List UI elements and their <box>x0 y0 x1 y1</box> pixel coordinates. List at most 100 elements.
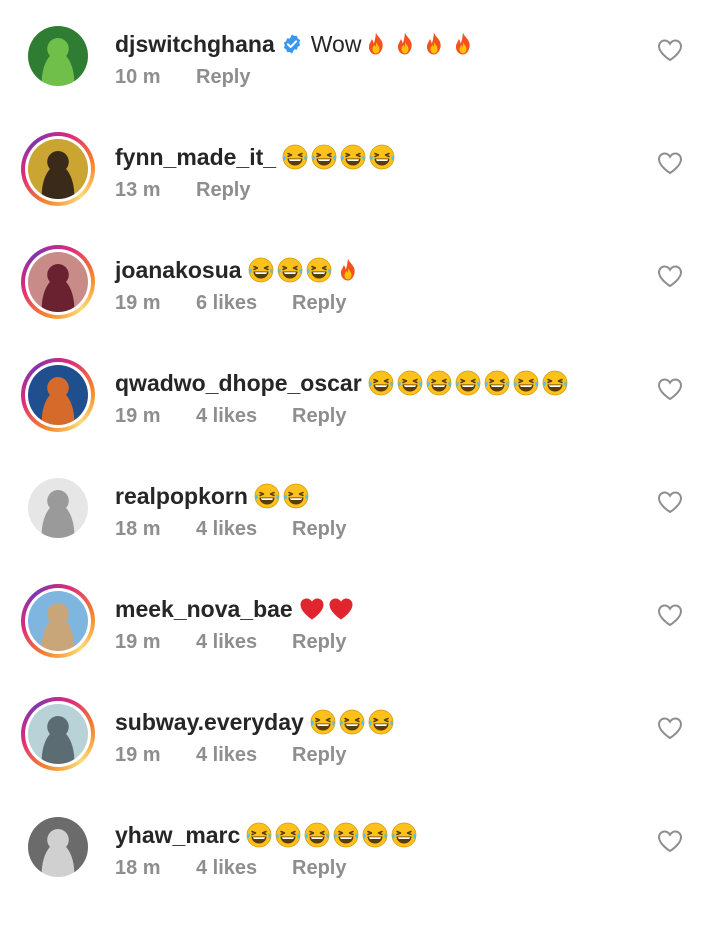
reply-button[interactable]: Reply <box>196 62 250 92</box>
comment-item: subway.everyday 19 m 4 likes Reply <box>0 697 720 815</box>
avatar[interactable] <box>28 704 88 764</box>
laugh-emoji-icon <box>369 142 395 170</box>
reply-button[interactable]: Reply <box>196 175 250 205</box>
username-link[interactable]: subway.everyday <box>115 709 304 735</box>
avatar[interactable] <box>28 478 88 538</box>
timestamp: 19 m <box>115 631 161 653</box>
laugh-emoji-icon <box>333 820 359 848</box>
reply-button[interactable]: Reply <box>292 401 346 431</box>
timestamp: 18 m <box>115 857 161 879</box>
avatar-border <box>25 588 91 654</box>
comment-item: joanakosua 19 m 6 likes Reply <box>0 245 720 363</box>
emoji-group <box>282 142 398 182</box>
like-heart-icon[interactable] <box>657 377 683 401</box>
emoji-group <box>363 29 479 69</box>
avatar-border <box>25 136 91 202</box>
avatar[interactable] <box>28 591 88 651</box>
fire-emoji-icon <box>335 255 361 281</box>
username-link[interactable]: realpopkorn <box>115 483 248 509</box>
likes-count-link[interactable]: 4 likes <box>196 853 292 883</box>
comment-meta: 19 m 4 likes Reply <box>115 627 346 657</box>
laugh-emoji-icon <box>368 707 394 735</box>
reply-button[interactable]: Reply <box>292 740 346 770</box>
laugh-emoji-icon <box>310 707 336 735</box>
story-ring[interactable] <box>21 697 95 771</box>
comment-line: realpopkorn <box>115 476 312 516</box>
avatar[interactable] <box>28 365 88 425</box>
avatar[interactable] <box>28 817 88 877</box>
reply-button[interactable]: Reply <box>292 288 346 318</box>
comment-item: yhaw_marc 18 m 4 likes Reply <box>0 814 720 928</box>
laugh-emoji-icon <box>391 820 417 848</box>
comment-item: fynn_made_it_ 13 m Reply <box>0 132 720 250</box>
heart-emoji-icon <box>328 594 354 620</box>
comment-line: fynn_made_it_ <box>115 137 398 177</box>
avatar-frame[interactable] <box>21 19 95 93</box>
emoji-group <box>368 368 571 408</box>
like-heart-icon[interactable] <box>657 151 683 175</box>
likes-count-link[interactable]: 4 likes <box>196 740 292 770</box>
likes-count-link[interactable]: 4 likes <box>196 401 292 431</box>
avatar-border <box>25 362 91 428</box>
like-heart-icon[interactable] <box>657 829 683 853</box>
comment-line: yhaw_marc <box>115 815 420 855</box>
story-ring[interactable] <box>21 358 95 432</box>
comment-meta: 18 m 4 likes Reply <box>115 853 346 883</box>
timestamp: 19 m <box>115 292 161 314</box>
laugh-emoji-icon <box>306 255 332 283</box>
like-heart-icon[interactable] <box>657 490 683 514</box>
comment-line: joanakosua <box>115 250 364 290</box>
username-link[interactable]: yhaw_marc <box>115 822 240 848</box>
timestamp: 13 m <box>115 179 161 201</box>
timestamp: 10 m <box>115 66 161 88</box>
comment-item: realpopkorn 18 m 4 likes Reply <box>0 475 720 589</box>
comment-line: subway.everyday <box>115 702 397 742</box>
username-link[interactable]: joanakosua <box>115 257 242 283</box>
timestamp: 19 m <box>115 405 161 427</box>
laugh-emoji-icon <box>275 820 301 848</box>
laugh-emoji-icon <box>282 142 308 170</box>
avatar[interactable] <box>28 26 88 86</box>
reply-button[interactable]: Reply <box>292 627 346 657</box>
likes-count-link[interactable]: 6 likes <box>196 288 292 318</box>
comment-meta: 19 m 4 likes Reply <box>115 401 346 431</box>
like-heart-icon[interactable] <box>657 38 683 62</box>
laugh-emoji-icon <box>542 368 568 396</box>
avatar[interactable] <box>28 252 88 312</box>
comment-item: meek_nova_bae 19 m 4 likes Reply <box>0 584 720 702</box>
comment-item: djswitchghana Wow 10 m Reply <box>0 23 720 137</box>
like-heart-icon[interactable] <box>657 716 683 740</box>
laugh-emoji-icon <box>311 142 337 170</box>
comment-meta: 18 m 4 likes Reply <box>115 514 346 544</box>
laugh-emoji-icon <box>248 255 274 283</box>
comment-line: qwadwo_dhope_oscar <box>115 363 571 403</box>
laugh-emoji-icon <box>304 820 330 848</box>
username-link[interactable]: meek_nova_bae <box>115 596 293 622</box>
fire-emoji-icon <box>421 29 447 55</box>
avatar[interactable] <box>28 139 88 199</box>
like-heart-icon[interactable] <box>657 264 683 288</box>
comment-meta: 19 m 6 likes Reply <box>115 288 346 318</box>
comment-item: qwadwo_dhope_oscar 19 m 4 likes Reply <box>0 358 720 476</box>
laugh-emoji-icon <box>397 368 423 396</box>
fire-emoji-icon <box>363 29 389 55</box>
like-heart-icon[interactable] <box>657 603 683 627</box>
story-ring[interactable] <box>21 245 95 319</box>
story-ring[interactable] <box>21 132 95 206</box>
username-link[interactable]: fynn_made_it_ <box>115 144 276 170</box>
laugh-emoji-icon <box>455 368 481 396</box>
likes-count-link[interactable]: 4 likes <box>196 514 292 544</box>
heart-emoji-icon <box>299 594 325 620</box>
likes-count-link[interactable]: 4 likes <box>196 627 292 657</box>
avatar-border <box>25 701 91 767</box>
story-ring[interactable] <box>21 584 95 658</box>
username-link[interactable]: qwadwo_dhope_oscar <box>115 370 362 396</box>
username-link[interactable]: djswitchghana <box>115 31 275 57</box>
avatar-frame[interactable] <box>21 471 95 545</box>
reply-button[interactable]: Reply <box>292 853 346 883</box>
laugh-emoji-icon <box>513 368 539 396</box>
avatar-frame[interactable] <box>21 810 95 884</box>
reply-button[interactable]: Reply <box>292 514 346 544</box>
laugh-emoji-icon <box>362 820 388 848</box>
comment-line: djswitchghana Wow <box>115 24 479 64</box>
